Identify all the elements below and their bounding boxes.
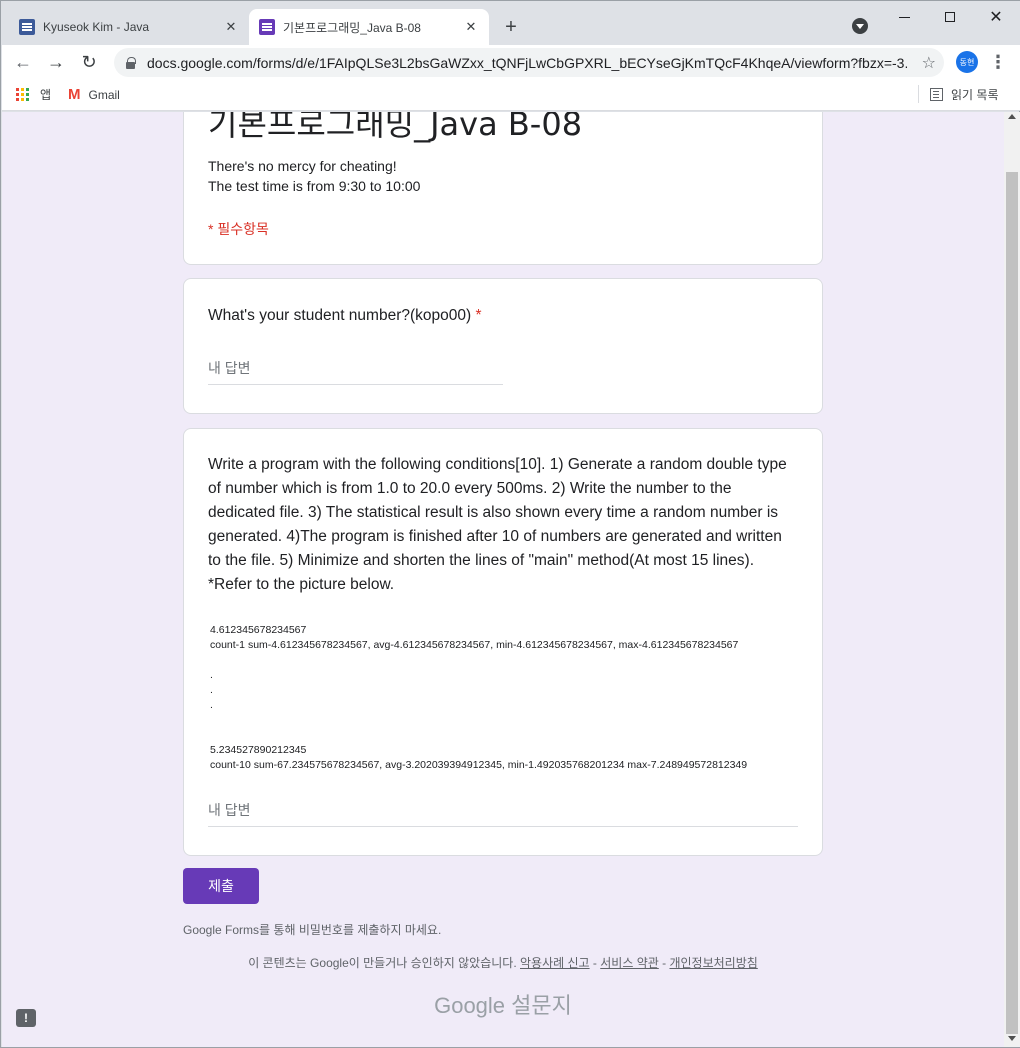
sample-line: .	[210, 699, 213, 711]
tab-form-active[interactable]: 기본프로그래밍_Java B-08 ✕	[249, 9, 489, 45]
tab-title: Kyuseok Kim - Java	[43, 20, 150, 34]
reading-list-label: 읽기 목록	[951, 88, 999, 102]
sample-line: count-10 sum-67.234575678234567, avg-3.2…	[210, 759, 748, 771]
description-line: There's no mercy for cheating!	[208, 158, 397, 174]
scroll-down-icon[interactable]	[1008, 1036, 1016, 1041]
sample-line: count-1 sum-4.612345678234567, avg-4.612…	[210, 639, 739, 651]
close-icon[interactable]: ✕	[223, 19, 239, 35]
google-wordmark: Google	[434, 993, 506, 1018]
address-bar[interactable]: docs.google.com/forms/d/e/1FAIpQLSe3L2bs…	[114, 48, 944, 77]
sample-line: .	[210, 684, 213, 696]
product-wordmark: 설문지	[511, 993, 572, 1018]
question-card-student-number: What's your student number?(kopo00) * 내 …	[183, 278, 823, 414]
report-abuse-link[interactable]: 악용사례 신고	[520, 956, 590, 970]
maximize-icon[interactable]	[927, 3, 973, 31]
back-arrow-icon[interactable]: ←	[10, 49, 36, 75]
tab-kyuseok-kim-java[interactable]: Kyuseok Kim - Java ✕	[9, 9, 249, 45]
window-close-icon[interactable]: ✕	[973, 3, 1019, 31]
question-text: What's your student number?(kopo00)	[208, 307, 472, 324]
gmail-icon: M	[68, 86, 81, 103]
scrollbar-thumb[interactable]	[1006, 172, 1018, 1034]
privacy-link[interactable]: 개인정보처리방침	[669, 956, 757, 970]
profile-avatar[interactable]: 동현	[956, 51, 978, 73]
bookmark-label: Gmail	[88, 87, 120, 102]
sample-output-image: 4.612345678234567 count-1 sum-4.61234567…	[210, 623, 747, 773]
browser-toolbar: ← → ↻ docs.google.com/forms/d/e/1FAIpQLS…	[2, 45, 1020, 79]
scroll-up-icon[interactable]	[1008, 114, 1016, 119]
apps-grid-icon	[16, 87, 30, 102]
bookmarks-bar: 앱 M Gmail 읽기 목록	[2, 79, 1020, 111]
divider	[918, 85, 919, 103]
tab-strip: Kyuseok Kim - Java ✕ 기본프로그래밍_Java B-08 ✕…	[1, 1, 1020, 45]
google-forms-logo[interactable]: Google 설문지	[2, 988, 1004, 1020]
description-line: The test time is from 9:30 to 10:00	[208, 178, 421, 194]
submit-button[interactable]: 제출	[183, 868, 259, 904]
bookmark-apps[interactable]: 앱	[16, 86, 51, 103]
footer-separator: -	[589, 956, 601, 970]
password-warning: Google Forms를 통해 비밀번호를 제출하지 마세요.	[183, 923, 442, 937]
feedback-icon[interactable]: !	[16, 1009, 36, 1027]
program-answer-input[interactable]: 내 답변	[208, 800, 798, 827]
sample-line	[210, 653, 747, 668]
close-icon[interactable]: ✕	[463, 19, 479, 35]
page-scrollbar[interactable]	[1004, 112, 1020, 1047]
reload-icon[interactable]: ↻	[76, 49, 102, 75]
reading-list-icon	[930, 88, 943, 101]
sample-line: .	[210, 669, 213, 681]
page-favicon-icon	[19, 19, 35, 35]
sample-line	[210, 728, 747, 743]
form-header-card: 기본프로그래밍_Java B-08 There's no mercy for c…	[183, 112, 823, 265]
forward-arrow-icon[interactable]: →	[43, 49, 69, 75]
sample-line: 4.612345678234567	[210, 624, 307, 636]
question-text: Write a program with the following condi…	[208, 456, 787, 593]
form-page: 기본프로그래밍_Java B-08 There's no mercy for c…	[2, 112, 1004, 1047]
lock-icon	[126, 57, 136, 69]
form-description: There's no mercy for cheating! The test …	[208, 156, 420, 196]
tab-title: 기본프로그래밍_Java B-08	[283, 20, 421, 35]
form-title: 기본프로그래밍_Java B-08	[208, 112, 583, 143]
minimize-icon[interactable]	[881, 3, 927, 31]
url-text[interactable]: docs.google.com/forms/d/e/1FAIpQLSe3L2bs…	[147, 55, 907, 71]
browser-window: Kyuseok Kim - Java ✕ 기본프로그래밍_Java B-08 ✕…	[0, 0, 1020, 1048]
footer-text: 이 콘텐츠는 Google이 만들거나 승인하지 않았습니다.	[248, 956, 517, 970]
new-tab-plus-icon[interactable]: +	[499, 15, 523, 39]
question-card-program: Write a program with the following condi…	[183, 428, 823, 856]
footer-disclaimer: 이 콘텐츠는 Google이 만들거나 승인하지 않았습니다. 악용사례 신고 …	[2, 954, 1004, 971]
reading-list-button[interactable]: 읽기 목록	[930, 86, 999, 103]
required-note: * 필수항목	[208, 221, 269, 237]
sample-line: 5.234527890212345	[210, 744, 307, 756]
question-title: What's your student number?(kopo00) *	[208, 304, 482, 328]
required-asterisk: *	[475, 307, 482, 324]
kebab-menu-icon[interactable]: ⋮	[988, 50, 1008, 74]
bookmark-gmail[interactable]: M Gmail	[68, 86, 120, 103]
bookmark-star-icon[interactable]: ☆	[922, 53, 936, 73]
bookmark-label: 앱	[40, 88, 52, 102]
footer-separator: -	[658, 956, 670, 970]
student-number-input[interactable]: 내 답변	[208, 358, 503, 385]
forms-favicon-icon	[259, 19, 275, 35]
sample-line	[210, 713, 747, 728]
terms-link[interactable]: 서비스 약관	[600, 956, 659, 970]
tab-search-icon[interactable]	[852, 18, 868, 34]
